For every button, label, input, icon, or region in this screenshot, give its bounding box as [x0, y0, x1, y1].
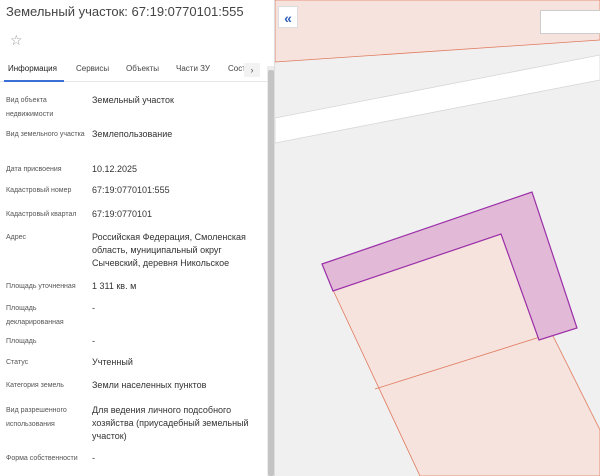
field-value: Учтенный	[92, 357, 133, 367]
tab-scroll-right-icon[interactable]: ›	[244, 63, 260, 77]
tab-bar: Информация Сервисы Объекты Части ЗУ Сост…	[0, 60, 268, 82]
star-outline-icon[interactable]: ☆	[10, 32, 23, 49]
page-title: Земельный участок: 67:19:0770101:555	[6, 4, 244, 19]
field-label: Площадь уточненная	[6, 283, 76, 290]
tab-services[interactable]: Сервисы	[76, 64, 109, 73]
field-value: Землепользование	[92, 129, 173, 139]
field-value: 67:19:0770101:555	[92, 185, 170, 195]
field-label: Кадастровый номер	[6, 187, 72, 194]
map-search-input[interactable]	[540, 10, 600, 34]
field-value: 10.12.2025	[92, 164, 138, 174]
tab-parcel-parts[interactable]: Части ЗУ	[176, 64, 210, 73]
tab-information[interactable]: Информация	[8, 64, 57, 73]
collapse-panel-button[interactable]: «	[278, 6, 298, 28]
field-label: Категория земель	[6, 382, 64, 389]
tab-objects[interactable]: Объекты	[126, 64, 159, 73]
field-value: Земли населенных пунктов	[92, 380, 207, 390]
field-label: Площадь декларированная	[6, 305, 64, 326]
field-value: 1 311 кв. м	[92, 281, 137, 291]
info-panel: Земельный участок: 67:19:0770101:555 ☆ И…	[0, 0, 268, 476]
field-value: -	[92, 303, 95, 313]
field-label: Статус	[6, 359, 29, 366]
field-value: -	[92, 336, 95, 346]
field-label: Дата присвоения	[6, 166, 62, 173]
field-value: 67:19:0770101	[92, 209, 153, 219]
field-value: Для ведения личного подсобного хозяйства…	[92, 405, 249, 441]
field-value: -	[92, 453, 95, 463]
map-canvas[interactable]	[275, 0, 600, 476]
field-value: Российская Федерация, Смоленская область…	[92, 232, 246, 268]
field-label: Форма собственности	[6, 455, 78, 462]
field-label: Вид разрешенного использования	[6, 407, 67, 428]
field-label: Кадастровый квартал	[6, 211, 77, 218]
map-view[interactable]	[275, 0, 600, 476]
field-label: Адрес	[6, 234, 27, 241]
field-value: Земельный участок	[92, 95, 174, 105]
active-tab-indicator	[4, 80, 64, 82]
field-label: Вид объекта недвижимости	[6, 97, 54, 118]
field-label: Вид земельного участка	[6, 131, 85, 138]
field-label: Площадь	[6, 338, 37, 345]
